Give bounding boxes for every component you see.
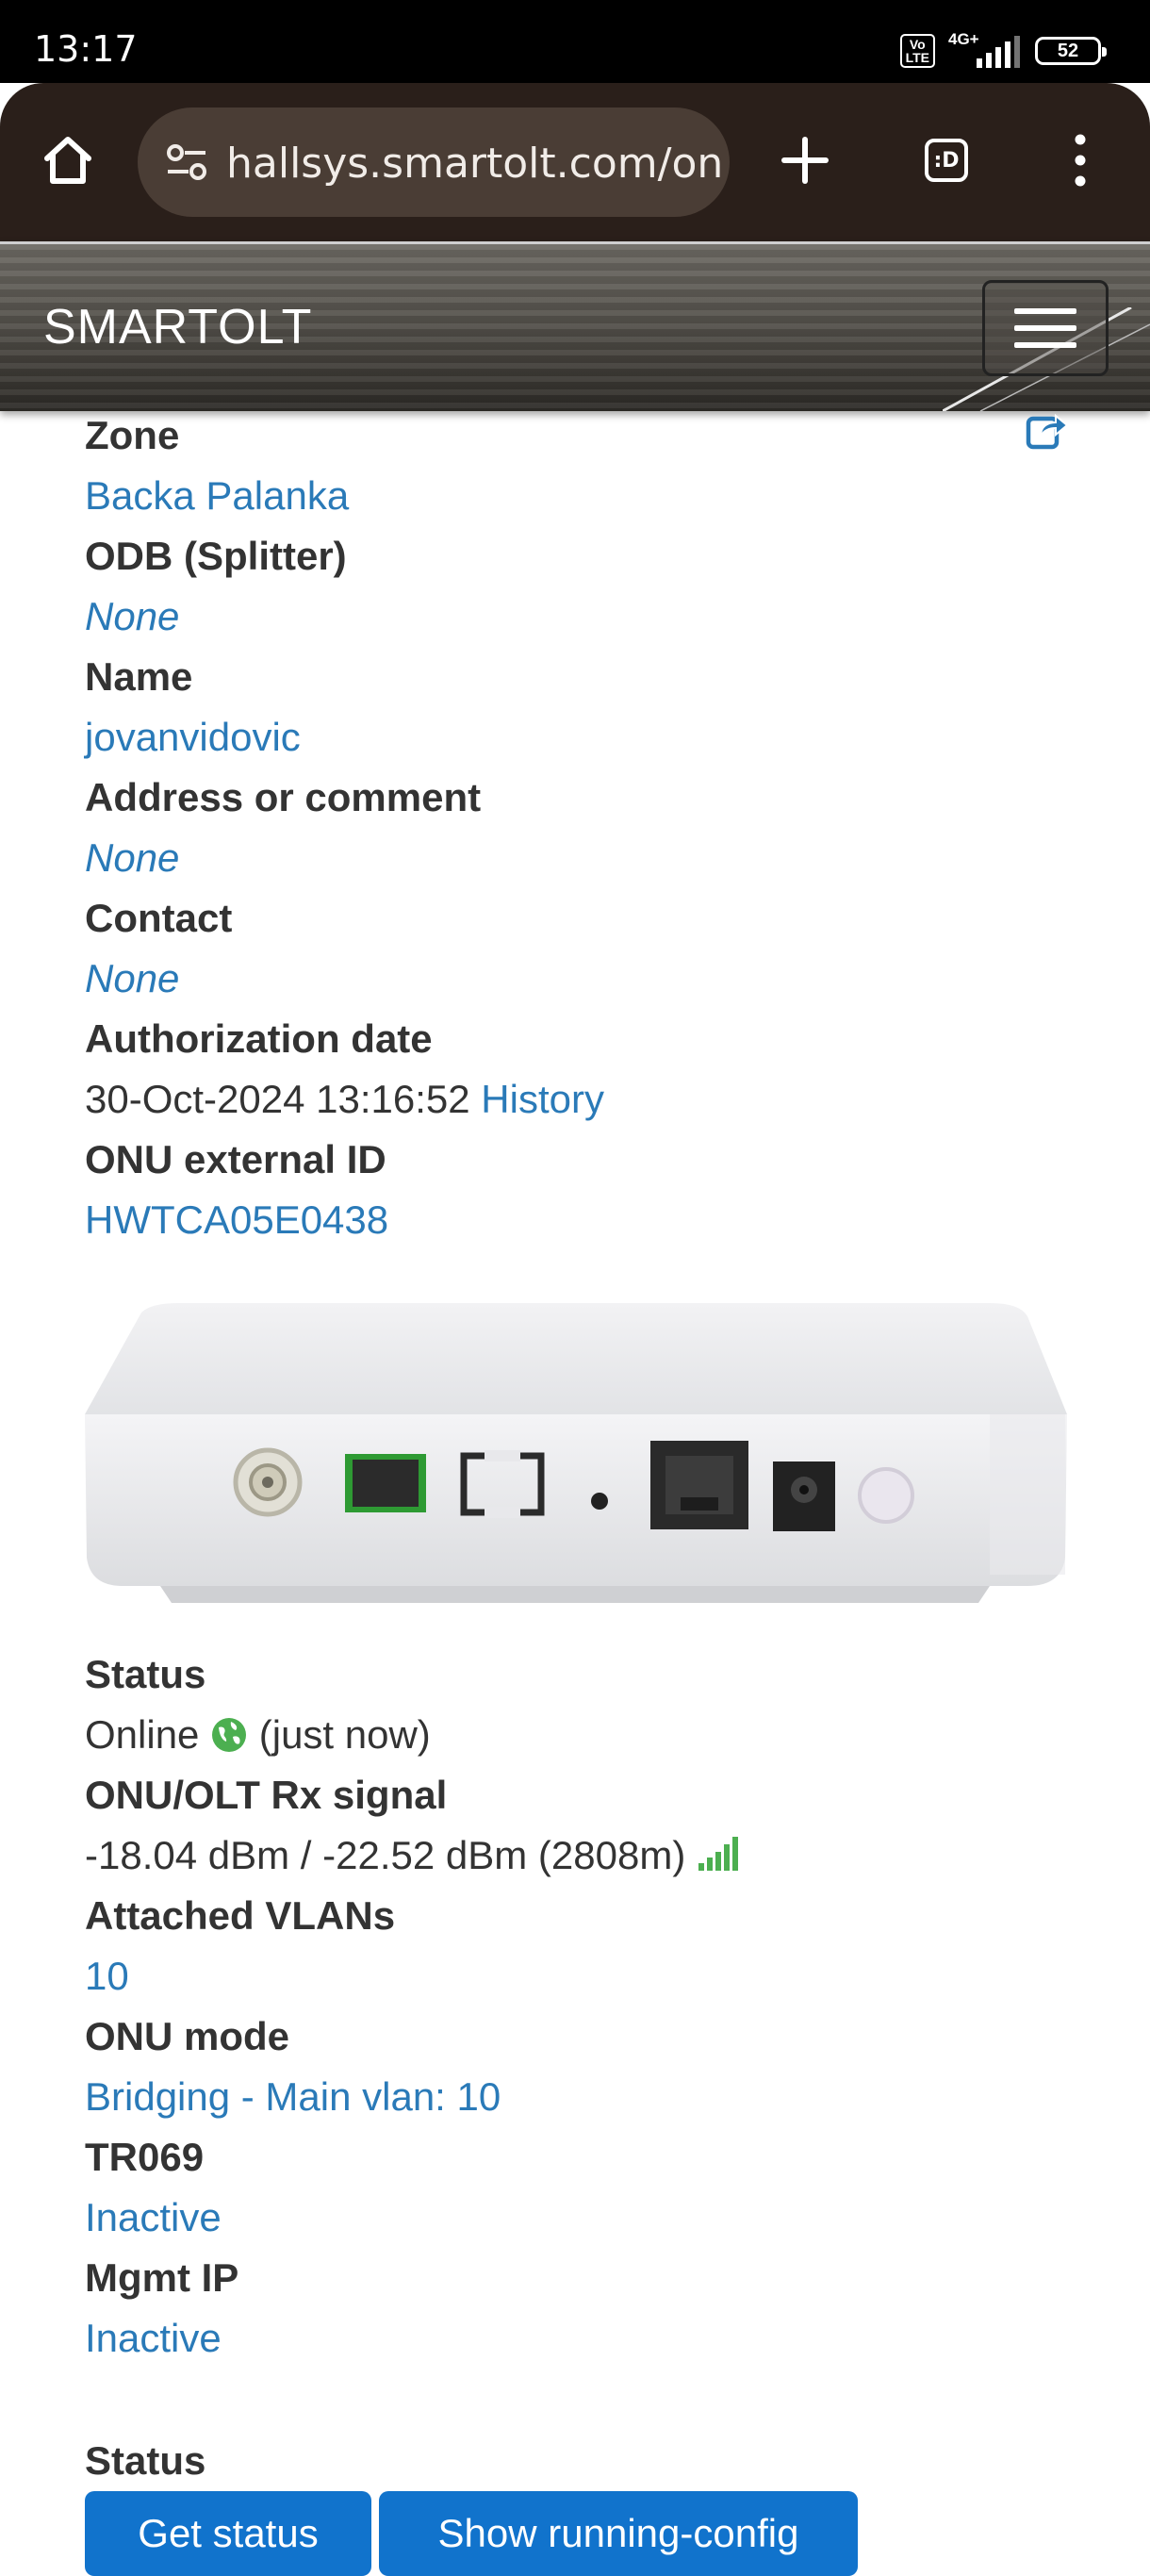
odb-label: ODB (Splitter) bbox=[85, 534, 347, 578]
authorization-date-value: 30-Oct-2024 13:16:52 bbox=[85, 1077, 470, 1121]
network-type: 4G+ bbox=[948, 30, 979, 48]
name-label: Name bbox=[85, 654, 193, 699]
signal-strength-icon bbox=[698, 1837, 738, 1871]
more-menu-icon[interactable] bbox=[1044, 124, 1116, 196]
address-value-link[interactable]: None bbox=[85, 828, 1065, 888]
clock: 13:17 bbox=[34, 28, 138, 70]
name-value-link[interactable]: jovanvidovic bbox=[85, 707, 1065, 768]
status-time: (just now) bbox=[258, 1712, 431, 1757]
odb-value-link[interactable]: None bbox=[85, 586, 1065, 647]
vlans-value-link[interactable]: 10 bbox=[85, 1946, 1065, 2006]
actions-section-label: Status bbox=[85, 2438, 206, 2483]
zone-label: Zone bbox=[85, 413, 180, 457]
status-label: Status bbox=[85, 1652, 206, 1696]
tr069-label: TR069 bbox=[85, 2135, 205, 2179]
onu-status-details: Status Online (just now) ONU/OLT Rx sign… bbox=[85, 1644, 1065, 2369]
globe-online-icon bbox=[212, 1718, 247, 1752]
history-link[interactable]: History bbox=[481, 1077, 604, 1121]
external-id-value-link[interactable]: HWTCA05E0438 bbox=[85, 1190, 1065, 1250]
onu-details: Zone Backa Palanka ODB (Splitter) None N… bbox=[85, 405, 1065, 1250]
address-bar[interactable]: hallsys.smartolt.com/on bbox=[138, 107, 730, 217]
tab-switcher-button[interactable]: :D bbox=[911, 124, 982, 196]
menu-toggle-button[interactable] bbox=[982, 280, 1109, 376]
contact-value-link[interactable]: None bbox=[85, 949, 1065, 1009]
mgmt-ip-label: Mgmt IP bbox=[85, 2255, 239, 2300]
new-tab-icon[interactable] bbox=[769, 124, 841, 196]
address-label: Address or comment bbox=[85, 775, 482, 819]
rx-signal-label: ONU/OLT Rx signal bbox=[85, 1773, 448, 1817]
contact-label: Contact bbox=[85, 896, 233, 940]
battery-icon: 52 bbox=[1035, 37, 1107, 65]
system-status-bar: 13:17 Vo LTE 4G+ 52 bbox=[0, 0, 1150, 83]
tab-count: :D bbox=[925, 139, 968, 182]
browser-toolbar: hallsys.smartolt.com/on :D bbox=[0, 83, 1150, 241]
onu-mode-value-link[interactable]: Bridging - Main vlan: 10 bbox=[85, 2067, 1065, 2127]
site-settings-icon[interactable] bbox=[158, 134, 215, 190]
authorization-date-label: Authorization date bbox=[85, 1016, 433, 1061]
mgmt-ip-value-link[interactable]: Inactive bbox=[85, 2308, 1065, 2369]
onu-device-image bbox=[85, 1303, 1067, 1603]
vlans-label: Attached VLANs bbox=[85, 1893, 396, 1938]
tr069-value-link[interactable]: Inactive bbox=[85, 2188, 1065, 2248]
brand-logo[interactable]: SMARTOLT bbox=[43, 299, 312, 355]
get-status-button[interactable]: Get status bbox=[85, 2491, 371, 2576]
zone-value-link[interactable]: Backa Palanka bbox=[85, 466, 1065, 526]
signal-icon: 4G+ bbox=[948, 30, 1022, 68]
status-row: Online (just now) bbox=[85, 1705, 1065, 1765]
authorization-date-row: 30-Oct-2024 13:16:52 History bbox=[85, 1069, 1065, 1130]
home-icon[interactable] bbox=[32, 124, 104, 196]
url-text[interactable]: hallsys.smartolt.com/on bbox=[226, 140, 723, 188]
site-navbar: SMARTOLT bbox=[0, 241, 1150, 411]
volte-icon: Vo LTE bbox=[899, 34, 935, 68]
onu-mode-label: ONU mode bbox=[85, 2014, 290, 2058]
external-id-label: ONU external ID bbox=[85, 1137, 386, 1181]
status-value: Online bbox=[85, 1712, 200, 1757]
rx-signal-row: -18.04 dBm / -22.52 dBm (2808m) bbox=[85, 1825, 1065, 1886]
status-icons: Vo LTE 4G+ 52 bbox=[899, 30, 1107, 70]
rx-signal-value: -18.04 dBm / -22.52 dBm (2808m) bbox=[85, 1833, 686, 1877]
show-running-config-button[interactable]: Show running-config bbox=[379, 2491, 858, 2576]
